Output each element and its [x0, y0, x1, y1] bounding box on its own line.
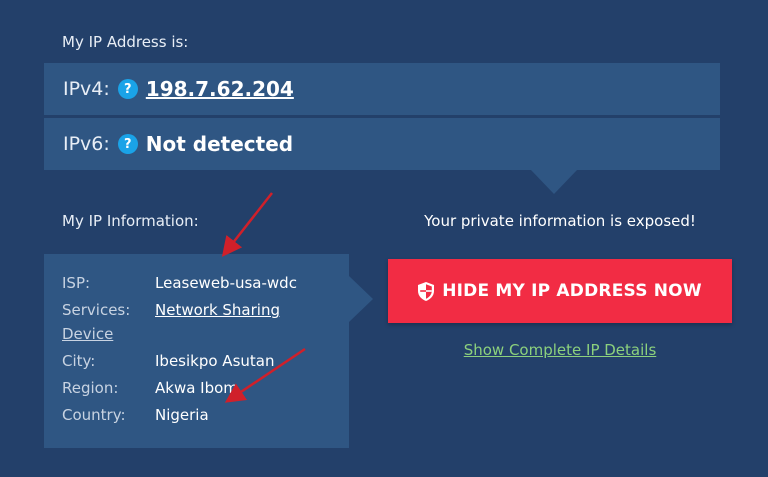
hide-ip-button[interactable]: HIDE MY IP ADDRESS NOW: [388, 259, 732, 323]
ip-info-title: My IP Information:: [62, 212, 199, 230]
ipv4-row: IPv4: ? 198.7.62.204: [44, 63, 720, 115]
services-label: Services:: [62, 301, 131, 319]
isp-label: ISP:: [62, 274, 91, 292]
ipv6-row: IPv6: ? Not detected: [44, 118, 720, 170]
question-circle-icon[interactable]: ?: [117, 79, 138, 99]
ipv4-label: IPv4:: [63, 78, 110, 100]
country-value: Nigeria: [155, 406, 209, 424]
city-value: Ibesikpo Asutan: [155, 352, 275, 370]
hide-ip-button-label: HIDE MY IP ADDRESS NOW: [442, 281, 702, 301]
question-circle-icon[interactable]: ?: [117, 134, 138, 154]
services-link-continued[interactable]: Device: [62, 325, 113, 343]
ip-info-panel: ISP: Leaseweb-usa-wdc Services: Network …: [44, 254, 349, 448]
callout-pointer-down: [531, 170, 577, 194]
arrow-to-isp: [221, 192, 273, 257]
ipv6-label: IPv6:: [63, 133, 110, 155]
shield-icon: [418, 281, 435, 301]
my-ip-title: My IP Address is:: [62, 33, 189, 51]
callout-pointer-right: [349, 276, 373, 322]
region-value: Akwa Ibom: [155, 379, 238, 397]
services-link[interactable]: Network Sharing: [155, 301, 280, 319]
isp-value: Leaseweb-usa-wdc: [155, 274, 297, 292]
show-ip-details-link[interactable]: Show Complete IP Details: [388, 341, 732, 359]
ipv4-value-link[interactable]: 198.7.62.204: [146, 77, 294, 101]
city-label: City:: [62, 352, 96, 370]
exposed-warning: Your private information is exposed!: [424, 212, 696, 230]
region-label: Region:: [62, 379, 119, 397]
ipv6-value: Not detected: [145, 132, 294, 156]
country-label: Country:: [62, 406, 126, 424]
